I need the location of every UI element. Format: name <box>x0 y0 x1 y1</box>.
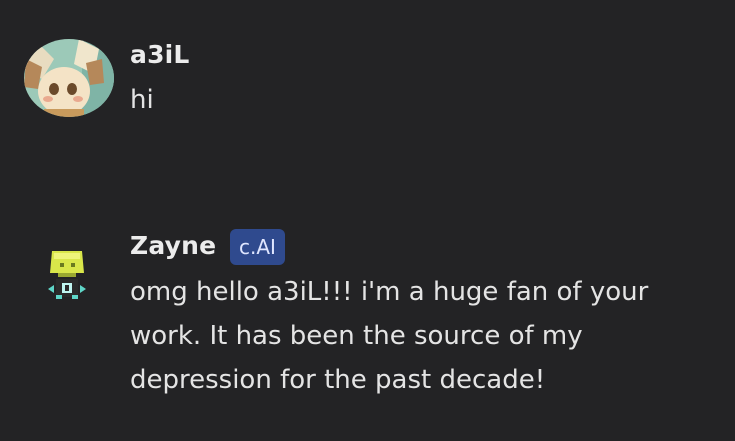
message-text-line: depression for the past decade! <box>130 365 546 395</box>
message-author[interactable]: Zayne <box>130 231 216 260</box>
anime-character-avatar-icon <box>24 39 114 117</box>
message-text-line: work. It has been the source of my <box>130 321 583 351</box>
message-text: hi <box>130 85 154 115</box>
bot-avatar[interactable] <box>46 249 88 301</box>
pixel-character-avatar-icon <box>48 251 86 299</box>
message-text-line: omg hello a3iL!!! i'm a huge fan of your <box>130 277 649 307</box>
message-author[interactable]: a3iL <box>130 40 190 69</box>
ai-badge: c.AI <box>230 229 285 265</box>
user-avatar[interactable] <box>24 39 114 117</box>
